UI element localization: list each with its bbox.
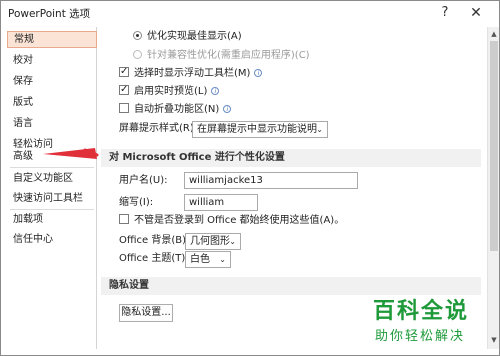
dialog-title: PowerPoint 选项 [8,8,91,20]
sidebar-item-language[interactable]: 语言 [7,115,97,132]
checkbox-collapse-ribbon[interactable]: 自动折叠功能区(N) i [119,102,232,118]
scroll-up-icon[interactable]: ▲ [489,29,499,39]
username-label: 用户名(U): [119,175,168,186]
checkbox-mini-toolbar-label: 选择时显示浮动工具栏(M) [134,68,251,79]
screentip-style-select[interactable]: 在屏幕提示中显示功能说明 ⌄ [192,121,328,138]
checkbox-always-use[interactable]: 不管是否登录到 Office 都始终使用这些值(A)。 [119,213,344,229]
sidebar-item-customize-ribbon[interactable]: 自定义功能区 [7,170,97,187]
office-theme-value: 白色 [190,254,210,265]
screentip-style-value: 在屏幕提示中显示功能说明 [197,124,317,135]
checkbox-mini-toolbar[interactable]: 选择时显示浮动工具栏(M)i [119,64,263,82]
checkbox-unchecked-icon[interactable] [119,214,129,224]
sidebar-item-quick-access-toolbar[interactable]: 快速访问工具栏 [7,190,97,207]
checkbox-always-use-label: 不管是否登录到 Office 都始终使用这些值(A)。 [134,215,345,226]
sidebar-item-layout[interactable]: 版式 [7,94,97,111]
office-background-value: 几何图形 [190,236,230,247]
radio-compatibility-label: 针对兼容性优化(需重启应用程序)(C) [147,50,310,61]
sidebar-item-general[interactable]: 常规 [7,31,97,48]
sidebar-divider [10,167,94,168]
chevron-down-icon: ⌄ [316,125,323,134]
checkbox-checked-icon[interactable] [119,82,129,98]
initials-input[interactable]: william [184,194,258,211]
info-icon: i [211,87,220,95]
checkbox-checked-icon[interactable] [119,64,129,80]
radio-off-icon[interactable] [133,50,142,59]
scroll-thumb[interactable] [490,41,498,251]
info-icon: i [223,105,232,113]
office-background-select[interactable]: 几何图形 ⌄ [185,233,241,250]
title-bar: PowerPoint 选项 ? ✕ [1,1,499,25]
options-dialog: PowerPoint 选项 ? ✕ 常规 校对 保存 版式 语言 轻松访问 高级… [0,0,500,356]
screentip-style-label: 屏幕提示样式(R): [119,123,198,134]
checkbox-unchecked-icon[interactable] [119,103,129,113]
sidebar-item-add-ins[interactable]: 加载项 [7,211,97,228]
site-watermark: 百科全说 助你轻松解决 [369,293,489,345]
section-header-personalize: 对 Microsoft Office 进行个性化设置 [101,149,481,167]
watermark-subtitle: 助你轻松解决 [375,329,466,344]
watermark-title: 百科全说 [373,299,470,324]
checkbox-live-preview[interactable]: 启用实时预览(L)i [119,82,220,100]
sidebar-item-trust-center[interactable]: 信任中心 [7,231,97,248]
chevron-down-icon: ⌄ [229,237,236,246]
sidebar-item-advanced[interactable]: 高级 [7,148,97,165]
checkbox-live-preview-label: 启用实时预览(L) [134,86,208,97]
sidebar-divider [10,209,94,210]
sidebar-item-proofing[interactable]: 校对 [7,52,97,69]
checkbox-collapse-ribbon-label: 自动折叠功能区(N) [134,104,220,115]
radio-compatibility[interactable]: 针对兼容性优化(需重启应用程序)(C) [133,48,310,64]
office-background-label: Office 背景(B): [119,235,190,246]
sidebar-item-save[interactable]: 保存 [7,73,97,90]
help-button[interactable]: ? [433,2,457,24]
info-icon: i [254,69,263,77]
close-button[interactable]: ✕ [464,2,488,24]
options-sidebar: 常规 校对 保存 版式 语言 轻松访问 高级 自定义功能区 快速访问工具栏 加载… [7,27,97,349]
office-theme-select[interactable]: 白色 ⌄ [185,251,231,268]
initials-label: 缩写(I): [119,197,154,208]
radio-on-icon[interactable] [133,31,142,40]
office-theme-label: Office 主题(T): [119,253,189,264]
radio-best-display-label: 优化实现最佳显示(A) [147,31,242,42]
chevron-down-icon: ⌄ [219,255,226,264]
scroll-down-icon[interactable]: ▼ [489,335,499,345]
privacy-settings-button[interactable]: 隐私设置... [119,304,173,322]
radio-best-display[interactable]: 优化实现最佳显示(A) [133,29,242,45]
username-input[interactable]: williamjacke13 [184,172,358,189]
